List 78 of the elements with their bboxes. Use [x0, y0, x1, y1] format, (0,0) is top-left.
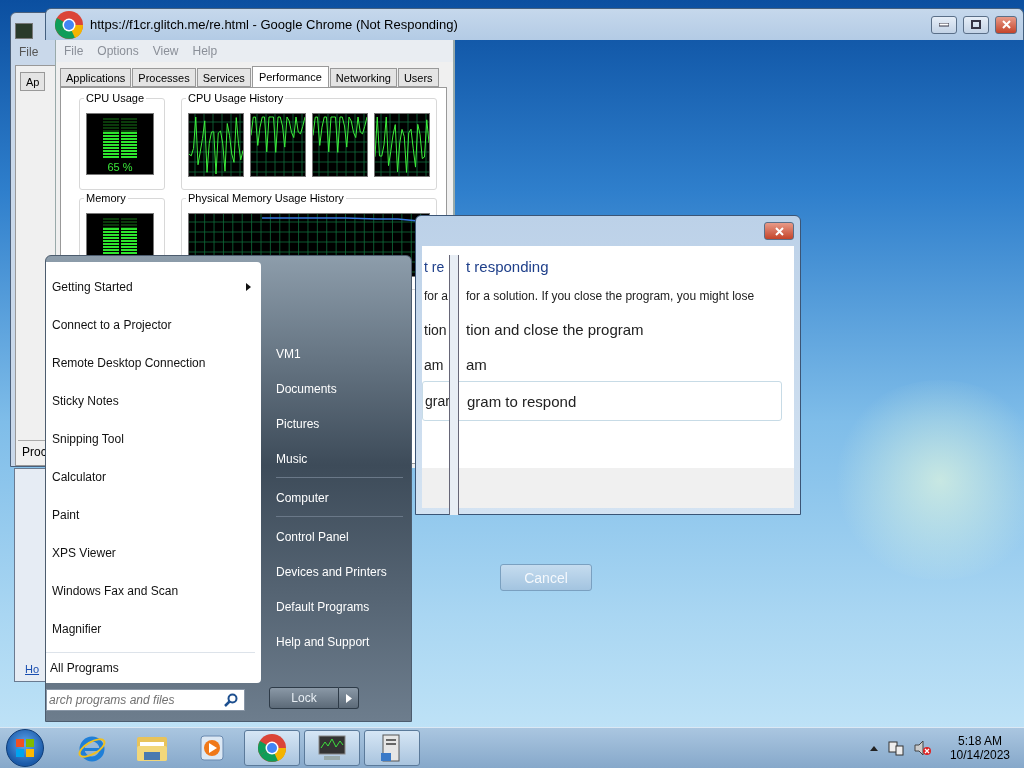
- time-text: 5:18 AM: [957, 734, 1002, 748]
- place-item[interactable]: VM1: [276, 336, 403, 371]
- close-icon: [774, 226, 784, 236]
- windows-logo-icon: [16, 739, 34, 757]
- option-box[interactable]: grar gram to respond: [422, 381, 782, 421]
- group-label: CPU Usage History: [186, 92, 286, 104]
- tab[interactable]: Processes: [132, 68, 196, 87]
- group-label: CPU Usage: [84, 92, 147, 104]
- ghost-text: for a: [423, 289, 449, 303]
- place-item[interactable]: Help and Support: [276, 624, 403, 659]
- cpu-graph: [250, 113, 306, 177]
- group-label: Memory: [84, 192, 128, 204]
- chrome-icon: [257, 733, 287, 763]
- ghost-text: grar: [424, 393, 451, 409]
- program-item[interactable]: Snipping Tool: [46, 420, 261, 458]
- ghost-text: t re: [423, 258, 446, 275]
- start-button[interactable]: [6, 729, 44, 767]
- option-text[interactable]: am: [466, 356, 487, 373]
- close-button[interactable]: [764, 222, 794, 240]
- search-icon: [224, 693, 238, 707]
- place-item[interactable]: Devices and Printers: [276, 554, 403, 589]
- speaker-muted-icon[interactable]: [913, 740, 932, 756]
- lock-button[interactable]: Lock: [269, 687, 339, 709]
- monitor-icon: [15, 23, 33, 39]
- caret-icon: [345, 693, 352, 703]
- program-item[interactable]: XPS Viewer: [46, 534, 261, 572]
- place-item[interactable]: Pictures: [276, 406, 403, 441]
- ghost-text: tion: [423, 321, 448, 338]
- tab[interactable]: Ap: [20, 72, 46, 91]
- taskbar-app-button[interactable]: [304, 730, 360, 766]
- program-item[interactable]: Magnifier: [46, 610, 261, 648]
- dialog-message: for a solution. If you close the program, you might lose: [466, 289, 755, 303]
- date-text: 10/14/2023: [949, 748, 1010, 762]
- tab[interactable]: Services: [196, 68, 251, 87]
- place-item[interactable]: Documents: [276, 371, 403, 406]
- dialog-heading: t responding: [466, 258, 549, 275]
- tab[interactable]: Users: [397, 68, 439, 87]
- minimize-icon: [939, 22, 949, 27]
- close-button[interactable]: [995, 15, 1017, 34]
- minimize-button[interactable]: [931, 15, 957, 34]
- place-item[interactable]: Music: [276, 441, 403, 476]
- search-field[interactable]: arch programs and files: [46, 689, 245, 711]
- window-title: https://f1cr.glitch.me/re.html - Google Chrome (Not Responding): [90, 17, 459, 32]
- ghost-text: am: [423, 356, 445, 373]
- group-label: Physical Memory Usage History: [186, 192, 346, 204]
- chrome-icon: [54, 9, 84, 40]
- restore-icon: [971, 20, 981, 29]
- program-item[interactable]: Calculator: [46, 458, 261, 496]
- all-programs-item[interactable]: All Programs: [46, 652, 255, 683]
- media-player-icon: [199, 734, 225, 762]
- option-text[interactable]: tion and close the program: [466, 321, 644, 338]
- monitor-icon: [316, 734, 348, 762]
- menu-item[interactable]: File: [15, 43, 43, 61]
- program-item[interactable]: Sticky Notes: [46, 382, 261, 420]
- close-icon: [1001, 20, 1011, 29]
- network-icon[interactable]: [887, 740, 904, 756]
- cpu-reading: 65 %: [107, 161, 133, 173]
- program-item[interactable]: Windows Fax and Scan: [46, 572, 261, 610]
- place-item[interactable]: Control Panel: [276, 519, 403, 554]
- program-item[interactable]: Paint: [46, 496, 261, 534]
- program-item[interactable]: Remote Desktop Connection: [46, 344, 261, 382]
- tab[interactable]: Networking: [329, 68, 397, 87]
- folder-icon: [136, 734, 168, 762]
- option-text: gram to respond: [467, 392, 577, 410]
- program-item[interactable]: Getting Started: [46, 268, 261, 306]
- cpu-graph: [374, 113, 430, 177]
- help-link[interactable]: Ho: [25, 663, 40, 675]
- clock[interactable]: 5:18 AM 10/14/2023: [941, 734, 1018, 762]
- maximize-button[interactable]: [963, 15, 989, 34]
- show-hidden-icons-icon[interactable]: [869, 745, 878, 751]
- place-item[interactable]: Default Programs: [276, 589, 403, 624]
- program-item[interactable]: Connect to a Projector: [46, 306, 261, 344]
- tab[interactable]: Applications: [60, 68, 132, 87]
- options-button[interactable]: [339, 687, 359, 709]
- place-item[interactable]: Computer: [276, 480, 403, 515]
- cpu-graph: [312, 113, 368, 177]
- tab[interactable]: Performance: [251, 66, 329, 87]
- cpu-graph: [188, 113, 244, 177]
